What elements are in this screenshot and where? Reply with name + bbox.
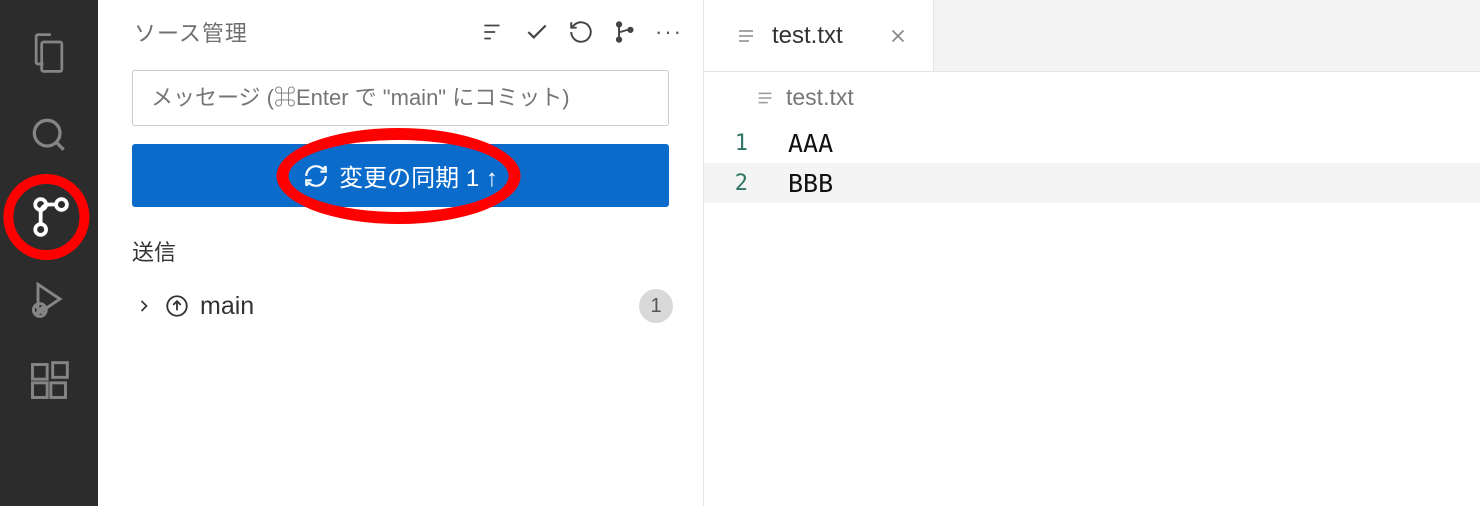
- panel-actions: ···: [479, 18, 683, 46]
- close-icon[interactable]: [887, 25, 909, 47]
- file-lines-icon: [734, 24, 758, 48]
- code-line: 2 BBB: [704, 163, 1480, 203]
- tab-test-txt[interactable]: test.txt: [704, 0, 934, 71]
- source-control-panel: ソース管理 ··· 変更の同期 1 ↑ 送信 main 1: [98, 0, 704, 506]
- extensions-icon[interactable]: [0, 346, 98, 416]
- outgoing-section-label: 送信: [132, 235, 669, 267]
- explorer-icon[interactable]: [0, 18, 98, 88]
- line-number: 2: [704, 171, 788, 196]
- branch-graph-icon[interactable]: [611, 18, 639, 46]
- sync-button-label: 変更の同期 1 ↑: [339, 158, 498, 193]
- code-editor[interactable]: 1 AAA 2 BBB: [704, 121, 1480, 203]
- view-as-list-icon[interactable]: [479, 18, 507, 46]
- push-arrow-icon: [164, 293, 190, 319]
- search-icon[interactable]: [0, 100, 98, 170]
- sync-button-wrap: 変更の同期 1 ↑: [132, 144, 669, 207]
- chevron-right-icon: [134, 296, 154, 316]
- source-control-icon[interactable]: [0, 182, 98, 252]
- breadcrumb-filename: test.txt: [786, 84, 854, 111]
- tab-label: test.txt: [772, 22, 843, 50]
- outgoing-count-badge: 1: [639, 289, 673, 323]
- line-number: 1: [704, 131, 788, 156]
- panel-title: ソース管理: [134, 16, 248, 48]
- more-icon[interactable]: ···: [655, 18, 683, 46]
- breadcrumb[interactable]: test.txt: [704, 72, 1480, 121]
- code-text: AAA: [788, 129, 833, 158]
- activity-bar: [0, 0, 98, 506]
- commit-message-input[interactable]: [132, 70, 669, 126]
- file-lines-icon: [754, 87, 776, 109]
- editor-area: test.txt test.txt 1 AAA 2 BBB: [704, 0, 1480, 506]
- tab-bar: test.txt: [704, 0, 1480, 72]
- outgoing-branch-row[interactable]: main 1: [126, 283, 681, 329]
- run-debug-icon[interactable]: [0, 264, 98, 334]
- branch-name: main: [200, 292, 254, 321]
- panel-header: ソース管理 ···: [98, 0, 703, 62]
- sync-changes-button[interactable]: 変更の同期 1 ↑: [132, 144, 669, 207]
- code-line: 1 AAA: [704, 123, 1480, 163]
- code-text: BBB: [788, 169, 833, 198]
- commit-checkmark-icon[interactable]: [523, 18, 551, 46]
- refresh-icon[interactable]: [567, 18, 595, 46]
